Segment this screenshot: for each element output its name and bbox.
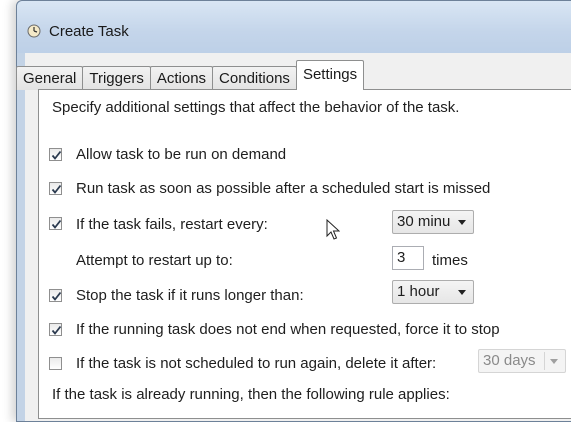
- allow-on-demand-label: Allow task to be run on demand: [76, 146, 287, 163]
- tab-strip: General Triggers Actions Conditions Sett…: [16, 60, 365, 90]
- checkmark-icon: [51, 219, 62, 229]
- chevron-down-icon: [458, 290, 466, 295]
- delete-after-label: If the task is not scheduled to run agai…: [76, 355, 437, 372]
- delete-after-value: 30 days: [483, 352, 536, 369]
- settings-intro: Specify additional settings that affect …: [52, 99, 460, 116]
- tab-actions[interactable]: Actions: [149, 66, 214, 90]
- restart-interval-value: 30 minu: [397, 213, 451, 230]
- chevron-down-icon: [550, 359, 558, 364]
- stop-duration-value: 1 hour: [397, 283, 440, 300]
- tab-general[interactable]: General: [16, 66, 84, 90]
- dropdown-separator: [544, 352, 545, 370]
- delete-after-dropdown[interactable]: 30 days: [478, 349, 566, 373]
- checkmark-icon: [51, 291, 62, 301]
- mouse-pointer-icon: [326, 219, 340, 240]
- tab-triggers[interactable]: Triggers: [82, 66, 151, 90]
- running-rule-label: If the task is already running, then the…: [52, 386, 450, 403]
- restart-attempts-suffix: times: [432, 252, 468, 269]
- tab-conditions[interactable]: Conditions: [212, 66, 297, 90]
- stop-if-long-checkbox[interactable]: [49, 289, 62, 302]
- stop-if-long-label: Stop the task if it runs longer than:: [76, 287, 304, 304]
- force-stop-checkbox[interactable]: [49, 323, 62, 336]
- checkmark-icon: [51, 150, 62, 160]
- stop-duration-dropdown[interactable]: 1 hour: [392, 280, 474, 304]
- title-bar[interactable]: Create Task: [17, 1, 571, 53]
- checkmark-icon: [51, 184, 62, 194]
- tab-settings[interactable]: Settings: [295, 60, 365, 90]
- restart-on-fail-label: If the task fails, restart every:: [76, 216, 268, 233]
- delete-after-checkbox[interactable]: [49, 357, 62, 370]
- checkmark-icon: [51, 325, 62, 335]
- restart-on-fail-checkbox[interactable]: [49, 217, 62, 230]
- run-asap-label: Run task as soon as possible after a sch…: [76, 180, 491, 197]
- force-stop-label: If the running task does not end when re…: [76, 321, 500, 338]
- restart-attempts-input[interactable]: 3: [392, 246, 424, 270]
- clock-icon: [27, 24, 41, 38]
- allow-on-demand-checkbox[interactable]: [49, 148, 62, 161]
- run-asap-checkbox[interactable]: [49, 182, 62, 195]
- restart-interval-dropdown[interactable]: 30 minu: [392, 210, 474, 234]
- chevron-down-icon: [458, 220, 466, 225]
- restart-attempts-label: Attempt to restart up to:: [76, 252, 233, 269]
- window-title: Create Task: [49, 23, 129, 40]
